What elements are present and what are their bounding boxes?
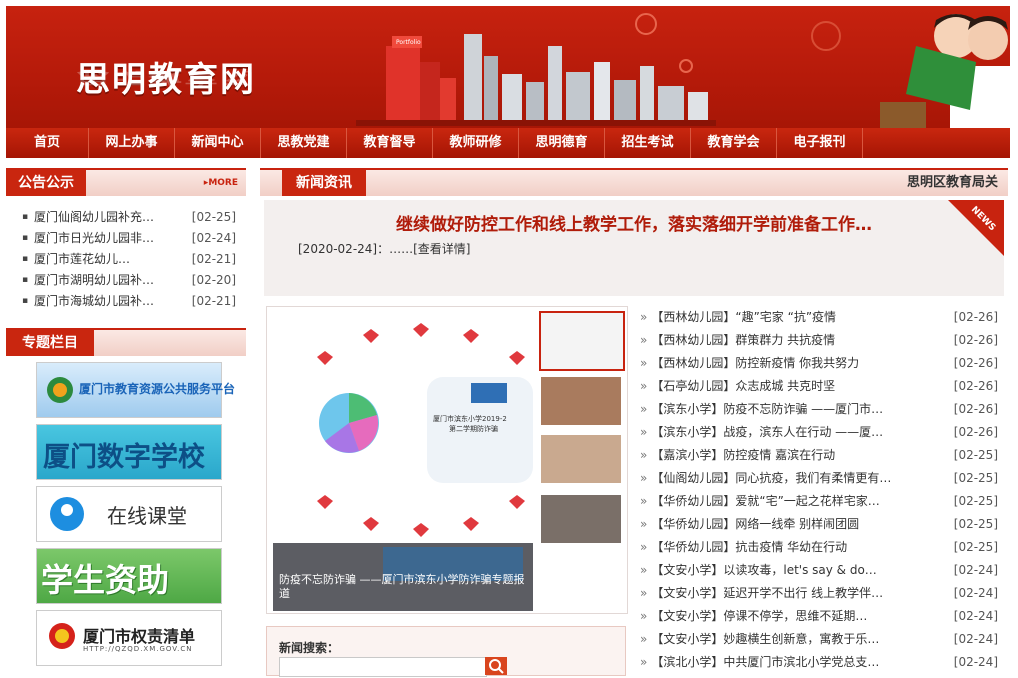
news-header: 新闻资讯 思明区教育局关 (260, 168, 1008, 196)
list-item[interactable]: » 【仙阁幼儿园】同心抗疫，我们有柔情更有… [02-25] (640, 467, 1006, 490)
list-item[interactable]: » 【西林幼儿园】防控新疫情 你我共努力 [02-26] (640, 352, 1006, 375)
banner-student-aid[interactable]: 学生资助 (36, 548, 222, 604)
list-item[interactable]: » 【西林幼儿园】“趣”宅家 “抗”疫情 [02-26] (640, 306, 1006, 329)
headline-meta: [2020-02-24]：……[查看详情] (298, 240, 470, 257)
national-emblem-icon (49, 623, 75, 649)
news-corner-badge: NEWS (948, 200, 1004, 256)
thumbnail[interactable] (541, 435, 621, 483)
list-item[interactable]: » 【文安小学】以读攻毒，let's say & do… [02-24] (640, 559, 1006, 582)
nav-teacher-training[interactable]: 教师研修 (433, 128, 519, 158)
special-topics-tab: 专题栏目 (6, 330, 94, 356)
search-button[interactable] (485, 657, 507, 675)
nav-party-building[interactable]: 思教党建 (261, 128, 347, 158)
banner-label: 学生资助 (41, 561, 170, 599)
nav-education-supervision[interactable]: 教育督导 (347, 128, 433, 158)
list-item[interactable]: » 【华侨幼儿园】网络一线牵 别样闹团圆 [02-25] (640, 513, 1006, 536)
photo-caption[interactable]: 防疫不忘防诈骗 ——厦门市滨东小学防诈骗专题报道 (279, 573, 529, 601)
search-label: 新闻搜索： (279, 641, 340, 655)
list-item[interactable]: 厦门市湖明幼儿园补…[02-20] (22, 270, 244, 291)
site-title-reflection: 思明教育网 (76, 68, 256, 87)
main-photo[interactable]: 厦门市滨东小学2019-2 第二学期防诈骗 (273, 311, 533, 611)
platform-logo-icon (47, 377, 73, 403)
list-item[interactable]: » 【嘉滨小学】防控疫情 嘉滨在行动 [02-25] (640, 444, 1006, 467)
list-item[interactable]: » 【滨东小学】战疫，滨东人在行动 ——厦… [02-26] (640, 421, 1006, 444)
banner-label: 厦门数字学校 (43, 442, 205, 473)
poster-subtitle: 第二学期防诈骗 (449, 424, 498, 433)
banner-label: 厦门市权责清单 (83, 627, 196, 646)
classroom-logo-icon (50, 497, 84, 531)
announcement-list: 厦门仙阁幼儿园补充…[02-25] 厦门市日光幼儿园非…[02-24] 厦门市莲… (22, 207, 244, 312)
kids-reading-image (880, 14, 1010, 128)
banner-digital-school[interactable]: 厦门数字学校 (36, 424, 222, 480)
thumbnail-active[interactable] (539, 311, 625, 371)
thumbnail[interactable] (541, 377, 621, 425)
photo-slideshow: 厦门市滨东小学2019-2 第二学期防诈骗 防疫不忘防诈骗 ——厦门市滨东小学防… (266, 306, 628, 614)
list-item[interactable]: » 【滨东小学】防疫不忘防诈骗 ——厦门市… [02-26] (640, 398, 1006, 421)
scrolling-notice[interactable]: 思明区教育局关 (907, 170, 998, 196)
list-item[interactable]: » 【西林幼儿园】群策群力 共抗疫情 [02-26] (640, 329, 1006, 352)
news-search-panel: 新闻搜索： (266, 626, 626, 677)
banner-resource-platform[interactable]: 厦门市教育资源公共服务平台 (36, 362, 235, 418)
nav-education-society[interactable]: 教育学会 (691, 128, 777, 158)
banner-power-list[interactable]: 厦门市权责清单 HTTP://QZQD.XM.GOV.CN (36, 610, 222, 666)
nav-home[interactable]: 首页 (6, 128, 89, 158)
list-item[interactable]: 厦门市莲花幼儿…[02-21] (22, 249, 244, 270)
announcement-tab: 公告公示 (6, 170, 86, 196)
site-header: 思明教育网 思明教育网 Portfolio (6, 6, 1010, 128)
list-item[interactable]: 厦门市日光幼儿园非…[02-24] (22, 228, 244, 249)
view-detail-link[interactable]: [查看详情] (413, 242, 470, 256)
headline-date: [2020-02-24]：…… (298, 242, 414, 256)
list-item[interactable]: » 【文安小学】停课不停学，思维不延期… [02-24] (640, 605, 1006, 628)
poster-title: 厦门市滨东小学2019-2 (433, 414, 507, 423)
news-list: » 【西林幼儿园】“趣”宅家 “抗”疫情 [02-26] » 【西林幼儿园】群策群力 … (640, 306, 1006, 674)
banner-online-classroom[interactable]: 在线课堂 (36, 486, 222, 542)
headline-title[interactable]: 继续做好防控工作和线上教学工作，落实落细开学前准备工作… (264, 210, 1004, 235)
list-item[interactable]: » 【华侨幼儿园】抗击疫情 华幼在行动 [02-25] (640, 536, 1006, 559)
list-item[interactable]: » 【文安小学】妙趣横生创新意，寓教于乐… [02-24] (640, 628, 1006, 651)
list-item[interactable]: 厦门仙阁幼儿园补充…[02-25] (22, 207, 244, 228)
search-icon (489, 659, 504, 674)
nav-online-services[interactable]: 网上办事 (89, 128, 175, 158)
more-link[interactable]: ▸MORE (204, 170, 238, 196)
banner-label: 在线课堂 (107, 504, 187, 528)
nav-news-center[interactable]: 新闻中心 (175, 128, 261, 158)
banner-label: 厦门市教育资源公共服务平台 (79, 382, 236, 396)
headline-block: 继续做好防控工作和线上教学工作，落实落细开学前准备工作… [2020-02-24… (264, 200, 1004, 296)
banner-url: HTTP://QZQD.XM.GOV.CN (83, 645, 193, 653)
list-item[interactable]: » 【文安小学】延迟开学不出行 线上教学伴… [02-24] (640, 582, 1006, 605)
building-label: Portfolio (396, 39, 421, 46)
city-skyline-image: Portfolio (356, 34, 716, 126)
nav-e-newspaper[interactable]: 电子报刊 (777, 128, 863, 158)
nav-admissions[interactable]: 招生考试 (605, 128, 691, 158)
special-topics-header: 专题栏目 (6, 328, 246, 356)
main-navigation: 首页 网上办事 新闻中心 思教党建 教育督导 教师研修 思明德育 招生考试 教育… (6, 128, 1010, 158)
search-input[interactable] (279, 657, 487, 677)
thumbnail[interactable] (541, 495, 621, 543)
list-item[interactable]: » 【石亭幼儿园】众志成城 共克时坚 [02-26] (640, 375, 1006, 398)
nav-moral-education[interactable]: 思明德育 (519, 128, 605, 158)
list-item[interactable]: » 【滨北小学】中共厦门市滨北小学党总支… [02-24] (640, 651, 1006, 674)
list-item[interactable]: » 【华侨幼儿园】爱就“宅”一起之花样宅家… [02-25] (640, 490, 1006, 513)
announcement-header: 公告公示 ▸MORE (6, 168, 246, 196)
list-item[interactable]: 厦门市海城幼儿园补…[02-21] (22, 291, 244, 312)
news-tab: 新闻资讯 (282, 170, 366, 196)
